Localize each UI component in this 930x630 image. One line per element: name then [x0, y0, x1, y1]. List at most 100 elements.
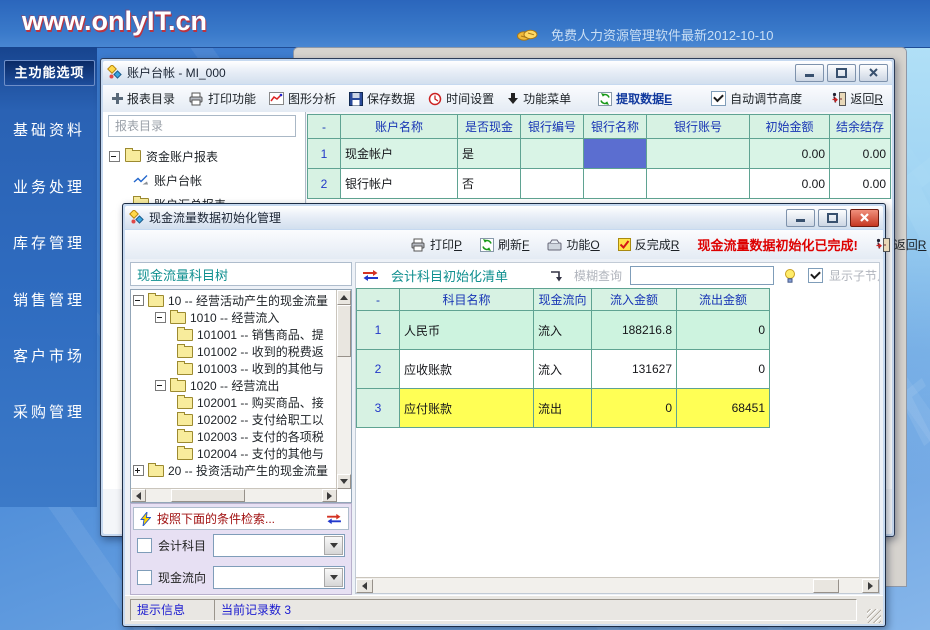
- dropdown-button[interactable]: [324, 536, 343, 555]
- init-list-title: 会计科目初始化清单: [391, 266, 508, 285]
- tree-item-account-ledger[interactable]: 账户台帐: [109, 168, 303, 192]
- print-button[interactable]: 打印P: [410, 236, 462, 253]
- arrow-down-icon: [507, 93, 519, 105]
- swap-icon[interactable]: [362, 269, 379, 282]
- window1-minimize-button[interactable]: [795, 64, 824, 82]
- window1-close-button[interactable]: [859, 64, 888, 82]
- autofit-checkbox[interactable]: [711, 91, 726, 106]
- sidebar-item-inventory[interactable]: 库存管理: [13, 232, 85, 253]
- tree-vscrollbar[interactable]: [336, 290, 351, 489]
- tree-hscrollbar[interactable]: [131, 488, 337, 502]
- sidebar-item-customers[interactable]: 客户市场: [13, 345, 85, 366]
- sidebar-item-sales[interactable]: 销售管理: [13, 289, 85, 310]
- window1-maximize-button[interactable]: [827, 64, 856, 82]
- clock-icon: [428, 92, 442, 106]
- tree-item[interactable]: 10 -- 经营活动产生的现金流量: [133, 292, 336, 309]
- close-icon: [860, 213, 869, 222]
- table-row: 2 应收账款 流入 131627 0: [357, 350, 770, 389]
- scroll-up-button[interactable]: [337, 290, 351, 305]
- expand-icon[interactable]: [133, 465, 144, 476]
- save-icon: [349, 92, 363, 106]
- window2-maximize-button[interactable]: [818, 209, 847, 227]
- tree-item[interactable]: 102004 -- 支付的其他与: [133, 445, 336, 462]
- window1-back-button[interactable]: 返回R: [832, 90, 883, 107]
- account-filter-checkbox[interactable]: [137, 538, 152, 553]
- sidebar-item-purchasing[interactable]: 采购管理: [13, 401, 85, 422]
- scroll-left-button[interactable]: [131, 489, 146, 502]
- tree-item[interactable]: 20 -- 投资活动产生的现金流量: [133, 462, 336, 479]
- tree-item[interactable]: 101002 -- 收到的税费返: [133, 343, 336, 360]
- top-banner: www.onlyIT.cn 免费人力资源管理软件最新2012-10-10: [0, 0, 930, 48]
- scroll-thumb[interactable]: [171, 489, 245, 502]
- folder-icon: [177, 397, 193, 409]
- site-logo[interactable]: www.onlyIT.cn: [22, 6, 207, 37]
- collapse-icon[interactable]: [133, 295, 144, 306]
- show-children-checkbox[interactable]: [808, 268, 823, 283]
- collapse-icon[interactable]: [109, 151, 120, 162]
- tree-item[interactable]: 102002 -- 支付给职工以: [133, 411, 336, 428]
- fuzzy-search-input[interactable]: [630, 266, 774, 285]
- promo-line: 免费人力资源管理软件最新2012-10-10: [516, 25, 774, 44]
- show-children-label: 显示子节点相: [829, 267, 879, 284]
- save-data-button[interactable]: 保存数据: [349, 90, 415, 107]
- dropdown-button[interactable]: [324, 568, 343, 587]
- tree-item[interactable]: 101003 -- 收到的其他与: [133, 360, 336, 377]
- folder-icon: [177, 448, 193, 460]
- sidebar-item-base-data[interactable]: 基础资料: [13, 119, 85, 140]
- time-settings-button[interactable]: 时间设置: [428, 90, 494, 107]
- window2-minimize-button[interactable]: [786, 209, 815, 227]
- selected-cell[interactable]: [584, 139, 647, 169]
- search-condition-panel: 按照下面的条件检索... 会计科目 现金流向: [130, 503, 352, 595]
- direction-filter-combobox[interactable]: [213, 566, 345, 589]
- scroll-right-button[interactable]: [862, 579, 879, 593]
- tree-item[interactable]: 102003 -- 支付的各项税: [133, 428, 336, 445]
- window2-title: 现金流量数据初始化管理: [149, 209, 783, 226]
- autofit-toggle[interactable]: 自动调节高度: [711, 90, 802, 107]
- collapse-icon[interactable]: [155, 380, 166, 391]
- scroll-right-button[interactable]: [322, 489, 337, 502]
- report-dir-button[interactable]: 报表目录: [112, 90, 175, 107]
- table-header-row: - 科目名称 现金流向 流入金额 流出金额: [357, 289, 770, 311]
- list-hscrollbar[interactable]: [356, 577, 879, 593]
- sidebar-item-business[interactable]: 业务处理: [13, 176, 85, 197]
- tree-item-fund-account-reports[interactable]: 资金账户报表: [109, 144, 303, 168]
- window2-close-button[interactable]: [850, 209, 879, 227]
- refresh-button[interactable]: 刷新F: [480, 236, 529, 253]
- tool-icon: [547, 239, 562, 251]
- account-filter-combobox[interactable]: [213, 534, 345, 557]
- window2-statusbar: 提示信息 当前记录数 3: [125, 595, 883, 624]
- window2-back-button[interactable]: 返回R: [876, 236, 927, 253]
- window2-titlebar[interactable]: 现金流量数据初始化管理: [125, 206, 883, 229]
- tree-item[interactable]: 1010 -- 经营流入: [133, 309, 336, 326]
- scroll-down-button[interactable]: [337, 474, 351, 489]
- folder-icon: [170, 380, 186, 392]
- search-condition-header: 按照下面的条件检索...: [133, 507, 349, 530]
- swap-icon[interactable]: [326, 513, 342, 525]
- window1-titlebar[interactable]: 账户台帐 - MI_000: [103, 61, 892, 84]
- tree-item[interactable]: 1020 -- 经营流出: [133, 377, 336, 394]
- graph-analysis-button[interactable]: 图形分析: [269, 90, 336, 107]
- scroll-thumb[interactable]: [337, 305, 351, 357]
- lamp-icon[interactable]: [784, 269, 796, 283]
- refresh-icon: [598, 92, 612, 106]
- scroll-thumb[interactable]: [813, 579, 839, 593]
- scroll-left-button[interactable]: [356, 579, 373, 593]
- table-row: 2 银行帐户 否 0.00 0.00: [308, 169, 891, 199]
- filter-account-row: 会计科目: [137, 537, 206, 554]
- uncomplete-button[interactable]: 反完成R: [618, 236, 680, 253]
- promo-text: 免费人力资源管理软件最新2012-10-10: [551, 25, 774, 44]
- window1-toolbar: 报表目录 打印功能 图形分析: [103, 85, 892, 113]
- exit-door-icon: [876, 238, 890, 252]
- collapse-icon[interactable]: [155, 312, 166, 323]
- function-menu-button[interactable]: 功能菜单: [507, 90, 571, 107]
- ledger-pen-icon: [133, 174, 149, 186]
- function-button[interactable]: 功能O: [547, 236, 599, 253]
- window2-resize-grip[interactable]: [867, 609, 881, 623]
- extract-data-button[interactable]: 提取数据E: [598, 90, 672, 107]
- tree-item[interactable]: 102001 -- 购买商品、接: [133, 394, 336, 411]
- tree-item[interactable]: 101001 -- 销售商品、提: [133, 326, 336, 343]
- goto-arrow-icon[interactable]: [550, 270, 564, 282]
- direction-filter-checkbox[interactable]: [137, 570, 152, 585]
- print-function-button[interactable]: 打印功能: [188, 90, 256, 107]
- desktop: IT onlyIT www.onlyIT.cn 免费人力资源管理软件最新2012…: [0, 0, 930, 630]
